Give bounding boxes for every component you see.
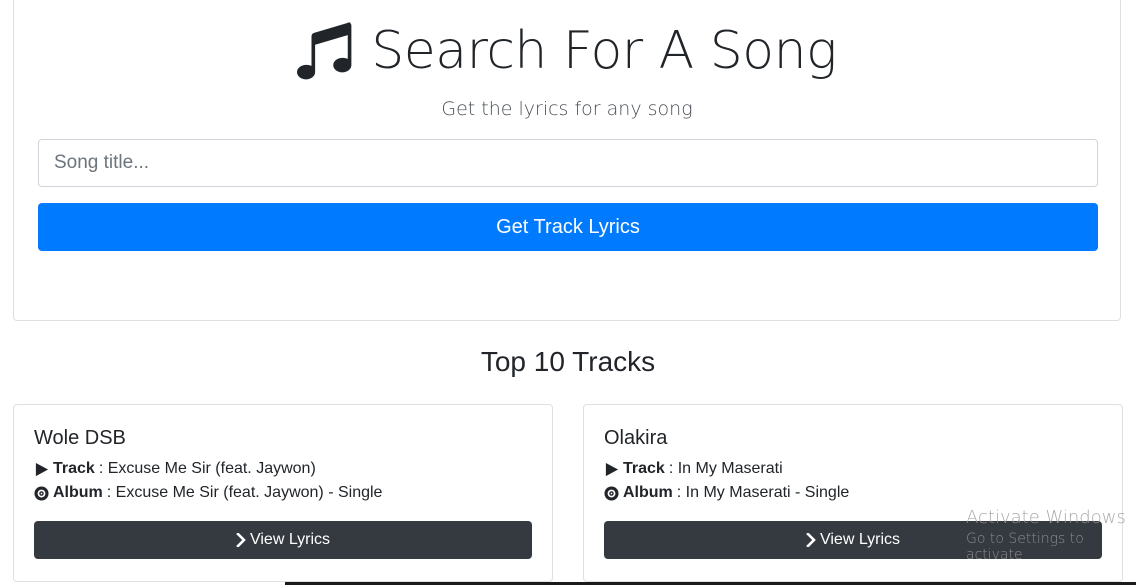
title-row: Search For A Song	[14, 15, 1120, 87]
music-note-icon	[297, 22, 352, 80]
track-name: : Excuse Me Sir (feat. Jaywon)	[98, 460, 316, 477]
view-lyrics-button[interactable]: View Lyrics	[604, 521, 1102, 559]
chevron-right-icon	[806, 533, 816, 547]
track-card: Olakira Track: In My Maserati Album: In …	[583, 404, 1123, 582]
track-line: Track: In My Maserati	[604, 460, 783, 478]
page-title: Search For A Song	[371, 21, 837, 81]
artist-name: Wole DSB	[34, 427, 126, 449]
album-line: Album: Excuse Me Sir (feat. Jaywon) - Si…	[34, 484, 382, 502]
track-card: Wole DSB Track: Excuse Me Sir (feat. Jay…	[13, 404, 553, 582]
compact-disc-icon	[604, 485, 619, 501]
album-label: Album	[53, 484, 103, 501]
get-track-lyrics-button[interactable]: Get Track Lyrics	[38, 203, 1098, 251]
compact-disc-icon	[34, 485, 49, 501]
top-tracks-heading: Top 10 Tracks	[480, 346, 656, 377]
search-card: Search For A Song Get the lyrics for any…	[13, 0, 1121, 321]
view-lyrics-label: View Lyrics	[249, 531, 331, 548]
track-label: Track	[53, 460, 95, 477]
album-name: : Excuse Me Sir (feat. Jaywon) - Single	[106, 484, 383, 501]
play-icon	[605, 462, 619, 476]
track-line: Track: Excuse Me Sir (feat. Jaywon)	[34, 460, 316, 478]
album-label: Album	[623, 484, 673, 501]
view-lyrics-button[interactable]: View Lyrics	[34, 521, 532, 559]
play-icon	[35, 462, 49, 476]
track-name: : In My Maserati	[668, 460, 783, 477]
song-title-input[interactable]	[38, 139, 1098, 187]
album-line: Album: In My Maserati - Single	[604, 484, 849, 502]
page-subtitle: Get the lyrics for any song	[441, 98, 693, 120]
view-lyrics-label: View Lyrics	[819, 531, 901, 548]
chevron-right-icon	[236, 533, 246, 547]
artist-name: Olakira	[604, 427, 668, 449]
track-label: Track	[623, 460, 665, 477]
album-name: : In My Maserati - Single	[676, 484, 850, 501]
